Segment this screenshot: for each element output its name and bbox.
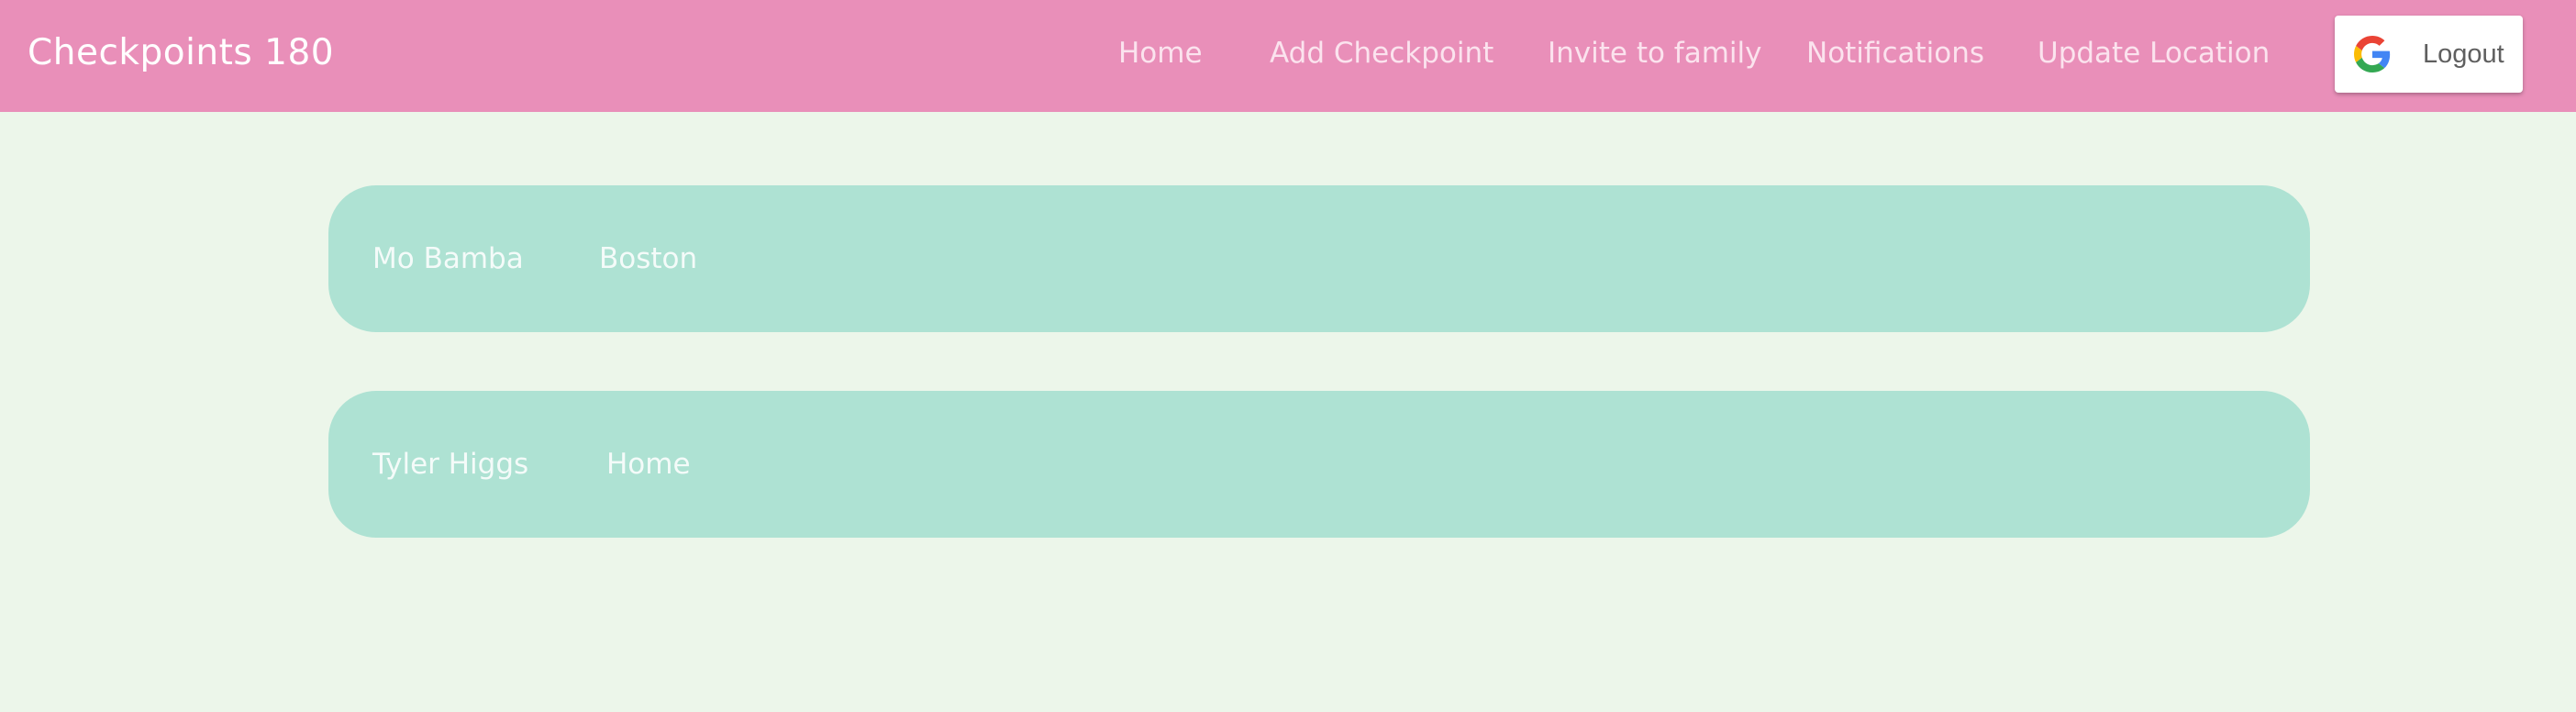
nav-update-location-link[interactable]: Update Location xyxy=(2037,0,2270,106)
checkpoint-card[interactable]: Mo Bamba Boston xyxy=(328,185,2310,332)
nav-notifications-link[interactable]: Notifications xyxy=(1806,0,1984,106)
nav-invite-family-link[interactable]: Invite to family xyxy=(1548,0,1761,106)
google-g-icon xyxy=(2354,36,2391,72)
nav-home-link[interactable]: Home xyxy=(1118,0,1203,106)
member-name: Tyler Higgs xyxy=(372,448,529,481)
checkpoint-card[interactable]: Tyler Higgs Home xyxy=(328,391,2310,538)
navbar: Checkpoints 180 Home Add Checkpoint Invi… xyxy=(0,0,2576,112)
member-location: Home xyxy=(606,448,691,481)
brand-title[interactable]: Checkpoints 180 xyxy=(28,0,334,106)
logout-button[interactable]: Logout xyxy=(2335,16,2523,93)
member-location: Boston xyxy=(599,242,698,275)
nav-add-checkpoint-link[interactable]: Add Checkpoint xyxy=(1270,0,1493,106)
member-name: Mo Bamba xyxy=(372,242,524,275)
logout-label: Logout xyxy=(2423,39,2504,69)
